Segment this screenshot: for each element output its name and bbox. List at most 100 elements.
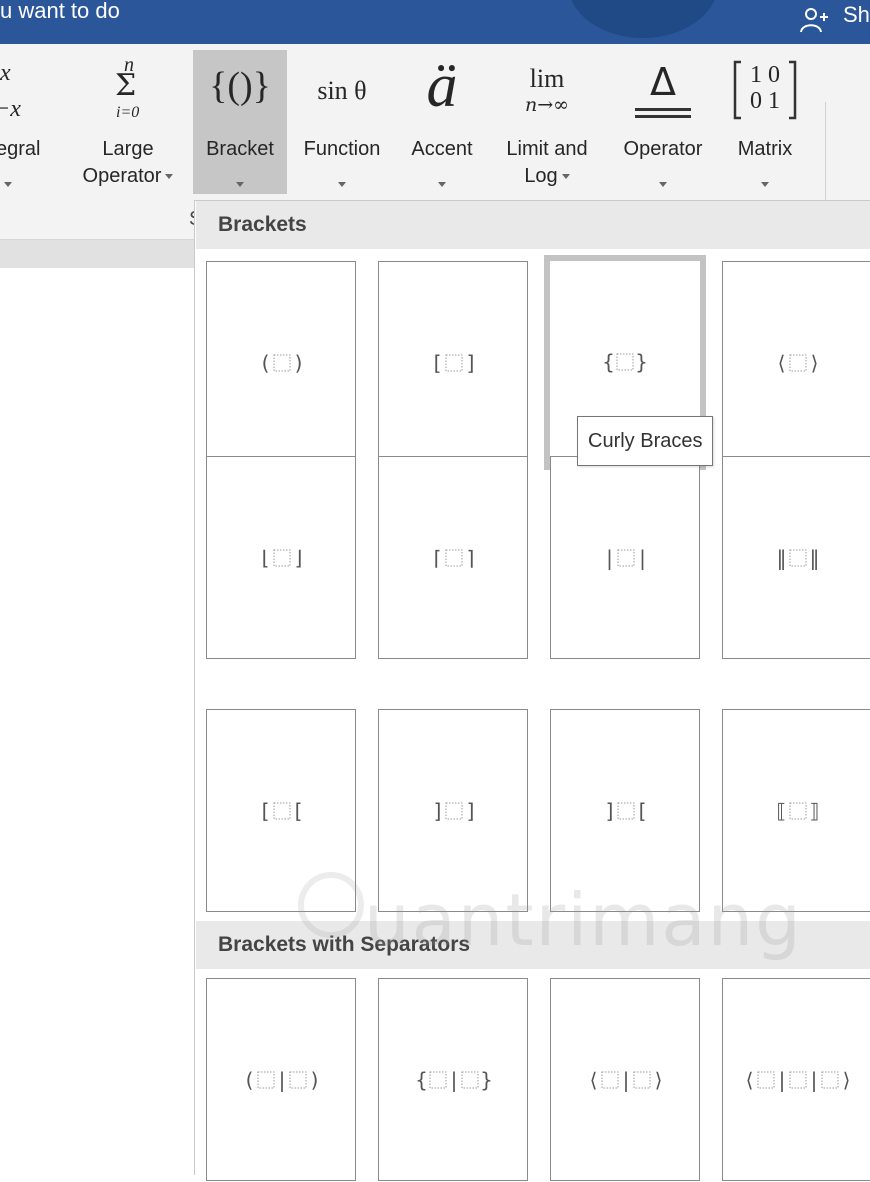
curly-braces-separator-glyph: { |} [415,1068,493,1092]
sin-theta-icon: sin θ [317,76,367,105]
single-bars-glyph: | | [606,546,646,570]
right-delimiter: } [480,1068,493,1092]
section-header-brackets-with-separators: Brackets with Separators [196,921,870,969]
double-bars-tile[interactable]: ‖ ‖ [722,456,870,659]
right-delimiter: [ [295,799,303,823]
placeholder-box [601,1071,619,1089]
right-delimiter: ‖ [810,546,820,570]
floor-tile[interactable]: ⌊ ⌋ [206,456,356,659]
left-delimiter: ] [434,799,442,823]
accent-label: Accent [411,138,473,160]
right-delimiter: ] [467,799,475,823]
square-brackets-tile[interactable]: [] [378,261,528,464]
placeholder-box [257,1071,275,1089]
right-delimiter: ) [295,351,303,375]
right-delimiter: ) [311,1068,319,1092]
ceiling-tile[interactable]: ⌈ ⌉ [378,456,528,659]
left-delimiter: ⟨ [746,1068,754,1092]
double-bars-glyph: ‖ ‖ [777,546,820,570]
right-delimiter: [ [639,799,647,823]
right-delimiter: } [635,350,648,374]
integral-label: egral [0,138,41,160]
placeholder-box [429,1071,447,1089]
limit-log-button[interactable]: lim n→∞ Limit and Log [490,50,604,194]
placeholder-box [289,1071,307,1089]
document-area[interactable] [0,268,200,1174]
operator-label: Operator [623,138,703,160]
chevron-down-icon [4,182,12,187]
placeholder-box [617,802,635,820]
separator-bar: | [623,1068,630,1092]
integral-button[interactable]: x −x egral [0,50,70,194]
bracket-label: Bracket [206,138,274,160]
left-delimiter: { [415,1068,428,1092]
placeholder-box [789,549,807,567]
double-square-tile[interactable]: ⟦ ⟧ [722,709,870,912]
placeholder-box [273,802,291,820]
placeholder-box [789,354,807,372]
bracket-icon: {()} [209,65,271,107]
left-delimiter: ⟨ [778,351,786,375]
limit-log-label: Limit and Log [506,138,588,187]
accent-button[interactable]: ä Accent [398,50,486,194]
section-header-brackets: Brackets [196,201,870,249]
matrix-icon: 1 0 0 1 [722,50,808,126]
integral-icon: x −x [0,60,21,122]
placeholder-box [789,802,807,820]
title-bar: u want to do Sh [0,0,870,44]
right-delimiter: ⟩ [843,1068,851,1092]
curly-braces-separator-tile[interactable]: { |} [378,978,528,1181]
separator-bar: | [279,1068,286,1092]
placeholder-box [789,1071,807,1089]
left-delimiter: ⟦ [777,799,787,823]
left-delimiter: ( [246,1068,254,1092]
large-operator-button[interactable]: n Σ i=0 Large Operator [66,50,190,194]
document-ruler-strip [0,240,200,268]
left-delimiter: [ [262,799,270,823]
double-square-glyph: ⟦ ⟧ [777,799,820,823]
left-delimiter: ‖ [777,546,787,570]
square-open-left-glyph: [[ [262,799,303,823]
tell-me-search[interactable]: u want to do [0,0,120,22]
angle-brackets-tile[interactable]: ⟨ ⟩ [722,261,870,464]
share-person-icon[interactable] [798,5,828,35]
parentheses-separator-glyph: ( |) [246,1068,319,1092]
share-button[interactable]: Sh [843,4,870,26]
square-brackets-glyph: [] [434,351,475,375]
function-label: Function [303,138,381,160]
right-delimiter: ⌋ [295,546,303,570]
square-open-right-tile[interactable]: ]] [378,709,528,912]
chevron-down-icon [561,174,570,180]
left-delimiter: [ [434,351,442,375]
square-reversed-tile[interactable]: ][ [550,709,700,912]
matrix-button[interactable]: 1 0 0 1 Matrix [722,50,808,194]
angle-brackets-separator-tile[interactable]: ⟨ | ⟩ [550,978,700,1181]
operator-button[interactable]: Δ Operator [608,50,718,194]
right-delimiter: ⌉ [467,546,475,570]
left-delimiter: ⌈ [434,546,442,570]
title-bar-blob [568,0,718,38]
square-open-left-tile[interactable]: [[ [206,709,356,912]
function-button[interactable]: sin θ Function [290,50,394,194]
separator-bar: | [451,1068,458,1092]
bracket-button[interactable]: {()} Bracket [193,50,287,194]
angle-brackets-separator-glyph: ⟨ | ⟩ [590,1068,663,1092]
ceiling-glyph: ⌈ ⌉ [434,546,475,570]
left-delimiter: ( [262,351,270,375]
placeholder-box [273,549,291,567]
chevron-down-icon [659,182,667,187]
chevron-down-icon [761,182,769,187]
parentheses-separator-tile[interactable]: ( |) [206,978,356,1181]
right-delimiter: ⟧ [810,799,820,823]
placeholder-box [445,549,463,567]
placeholder-box [461,1071,479,1089]
chevron-down-icon [165,174,174,180]
angle-brackets-three-separator-tile[interactable]: ⟨ | | ⟩ [722,978,870,1181]
angle-brackets-glyph: ⟨ ⟩ [778,351,819,375]
sum-icon: n Σ i=0 [115,54,140,121]
left-delimiter: ] [606,799,614,823]
left-delimiter: { [602,350,615,374]
parentheses-tile[interactable]: () [206,261,356,464]
single-bars-tile[interactable]: | | [550,456,700,659]
accent-a-icon: ä [426,52,458,120]
